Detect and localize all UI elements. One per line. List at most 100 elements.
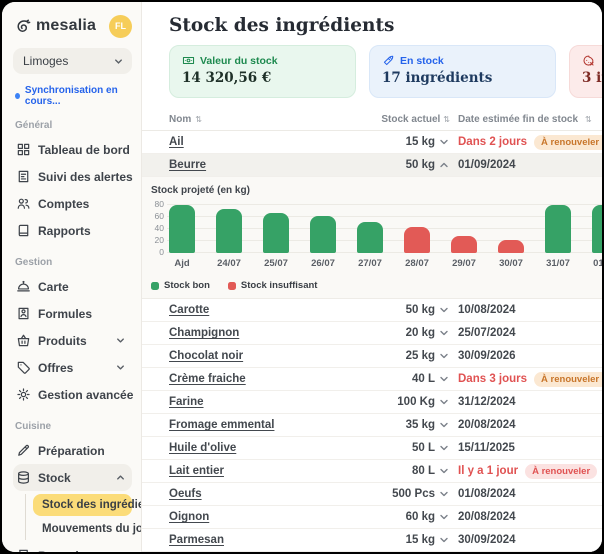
tag-icon [16, 360, 31, 375]
ingredient-link[interactable]: Chocolat noir [169, 350, 243, 362]
sidebar-item-rapports[interactable]: Rapports [13, 217, 132, 244]
receipt-icon [16, 548, 31, 552]
legend-label: Stock insuffisant [241, 280, 318, 291]
stock-value: 20 kg [406, 327, 435, 339]
table-row-ail[interactable]: Ail15 kgDans 2 joursÀ renouveler bientôt [142, 131, 602, 154]
collapse-chevron-icon[interactable] [438, 159, 450, 171]
x-axis-tick: 28/07 [405, 258, 429, 269]
table-row-chocolat-noir[interactable]: Chocolat noir 25 kg30/09/2026 [142, 345, 602, 368]
table-row-creme-fraiche[interactable]: Crème fraiche40 LDans 3 joursÀ renouvele… [142, 368, 602, 391]
expand-chevron-icon[interactable] [438, 488, 450, 500]
sidebar-item-offres[interactable]: Offres [13, 354, 132, 381]
sidebar-item-produits[interactable]: Produits [13, 327, 132, 354]
sidebar-subitem-mouvements-du-jour[interactable]: Mouvements du jour [33, 518, 132, 540]
sidebar-item-bons-de-commandes[interactable]: Bons de commandes [13, 542, 132, 552]
expand-chevron-icon[interactable] [438, 350, 450, 362]
table-row-fromage-emmental[interactable]: Fromage emmental35 kg20/08/2024 [142, 414, 602, 437]
sidebar-item-label: Stock [38, 471, 108, 485]
expand-chevron-icon[interactable] [438, 419, 450, 431]
date-value: 31/12/2024 [458, 396, 516, 408]
x-axis-tick: 25/07 [264, 258, 288, 269]
ingredient-link[interactable]: Carotte [169, 304, 209, 316]
sidebar-subitem-stock-des-ingredients[interactable]: Stock des ingrédients [33, 494, 132, 516]
sidebar-item-label: Formules [38, 307, 126, 321]
chevron-up-icon[interactable] [115, 472, 126, 483]
bar-01-08 [592, 205, 602, 253]
expand-chevron-icon[interactable] [438, 304, 450, 316]
sidebar-item-carte[interactable]: Carte [13, 273, 132, 300]
sidebar-item-suivi-des-alertes[interactable]: Suivi des alertes [13, 163, 132, 190]
ingredient-link[interactable]: Parmesan [169, 534, 224, 546]
date-cell: 10/08/2024 [450, 304, 602, 316]
ingredient-link[interactable]: Lait entier [169, 465, 224, 477]
name-cell: Lait entier [169, 465, 345, 477]
date-value: Dans 2 jours [458, 136, 527, 148]
table-row-champignon[interactable]: Champignon 20 kg 25/07/2024 [142, 322, 602, 345]
name-cell: Farine [169, 396, 345, 408]
user-avatar[interactable]: FL [109, 15, 132, 38]
stock-cell: 60 kg [345, 511, 450, 523]
ingredient-link[interactable]: Fromage emmental [169, 419, 274, 431]
date-value: 25/07/2024 [458, 327, 516, 339]
expand-chevron-icon[interactable] [438, 396, 450, 408]
ingredient-link[interactable]: Beurre [169, 159, 206, 171]
ingredient-link[interactable]: Oignon [169, 511, 209, 523]
ingredient-link[interactable]: Huile d'olive [169, 442, 236, 454]
sort-icon[interactable]: ⇅ [585, 116, 592, 124]
ingredient-link[interactable]: Ail [169, 136, 184, 148]
sidebar-item-formules[interactable]: Formules [13, 300, 132, 327]
expand-chevron-icon[interactable] [438, 373, 450, 385]
table-header-row: Nom⇅Stock actuel⇅Date estimée fin de sto… [142, 109, 602, 131]
ingredient-link[interactable]: Crème fraiche [169, 373, 246, 385]
table-row-farine[interactable]: Farine 100 Kg 31/12/2024 [142, 391, 602, 414]
stock-cell: 50 L [345, 442, 450, 454]
expand-chevron-icon[interactable] [438, 136, 450, 148]
app-window: mesalia FL Limoges Synchronisation en co… [2, 2, 602, 552]
ingredient-link[interactable]: Farine [169, 396, 204, 408]
expand-chevron-icon[interactable] [438, 511, 450, 523]
section-label-cuisine: Cuisine [15, 421, 132, 432]
name-cell: Chocolat noir [169, 350, 345, 362]
column-header-nom[interactable]: Nom⇅ [169, 114, 345, 125]
table-row-carotte[interactable]: Carotte50 kg10/08/2024 [142, 299, 602, 322]
ingredient-link[interactable]: Oeufs [169, 488, 202, 500]
sidebar-item-comptes[interactable]: Comptes [13, 190, 132, 217]
expand-chevron-icon[interactable] [438, 534, 450, 546]
date-cell: 30/09/2024 [450, 534, 602, 546]
table-row-huile-d-olive[interactable]: Huile d'olive50 L15/11/2025 [142, 437, 602, 460]
table-row-beurre[interactable]: Beurre50 kg01/09/2024 [142, 154, 602, 177]
main-content: Stock des ingrédients Valeur du stock14 … [142, 2, 602, 552]
date-cell: 30/09/2026 [450, 350, 602, 362]
basket-icon [16, 333, 31, 348]
column-header-date-fin-de-stock[interactable]: Date estimée fin de stock⇅ [450, 114, 602, 125]
column-header-stock-actuel[interactable]: Stock actuel⇅ [345, 114, 450, 125]
chevron-down-icon[interactable] [115, 335, 126, 346]
name-cell: Fromage emmental [169, 419, 345, 431]
date-value: 01/08/2024 [458, 488, 516, 500]
expand-chevron-icon[interactable] [438, 465, 450, 477]
bar-28-07 [404, 227, 430, 253]
sort-icon[interactable]: ⇅ [195, 116, 202, 124]
ingredient-link[interactable]: Champignon [169, 327, 239, 339]
table-row-parmesan[interactable]: Parmesan15 kg30/09/2024 [142, 529, 602, 552]
table-row-oignon[interactable]: Oignon60 kg20/08/2024 [142, 506, 602, 529]
gear-icon [16, 387, 31, 402]
date-value: 30/09/2024 [458, 534, 516, 546]
stock-value: 40 L [412, 373, 435, 385]
name-cell: Ail [169, 136, 345, 148]
expand-chevron-icon[interactable] [438, 442, 450, 454]
table-row-oeufs[interactable]: Oeufs500 Pcs01/08/2024 [142, 483, 602, 506]
stock-value: 100 Kg [397, 396, 435, 408]
summary-cards: Valeur du stock14 320,56 €En stock17 ing… [169, 45, 602, 98]
sidebar-item-tableau-de-bord[interactable]: Tableau de bord [13, 136, 132, 163]
sidebar-item-gestion-avancee[interactable]: Gestion avancée [13, 381, 132, 408]
table-row-lait-entier[interactable]: Lait entier80 LIl y a 1 jourÀ renouveler [142, 460, 602, 483]
stock-cell: 25 kg [345, 350, 450, 362]
chevron-down-icon[interactable] [115, 362, 126, 373]
sidebar-item-preparation[interactable]: Préparation [13, 437, 132, 464]
location-selector[interactable]: Limoges [13, 48, 132, 74]
sort-icon[interactable]: ⇅ [443, 116, 450, 124]
pencil-icon [16, 443, 31, 458]
sidebar-item-stock[interactable]: Stock [13, 464, 132, 491]
expand-chevron-icon[interactable] [438, 327, 450, 339]
